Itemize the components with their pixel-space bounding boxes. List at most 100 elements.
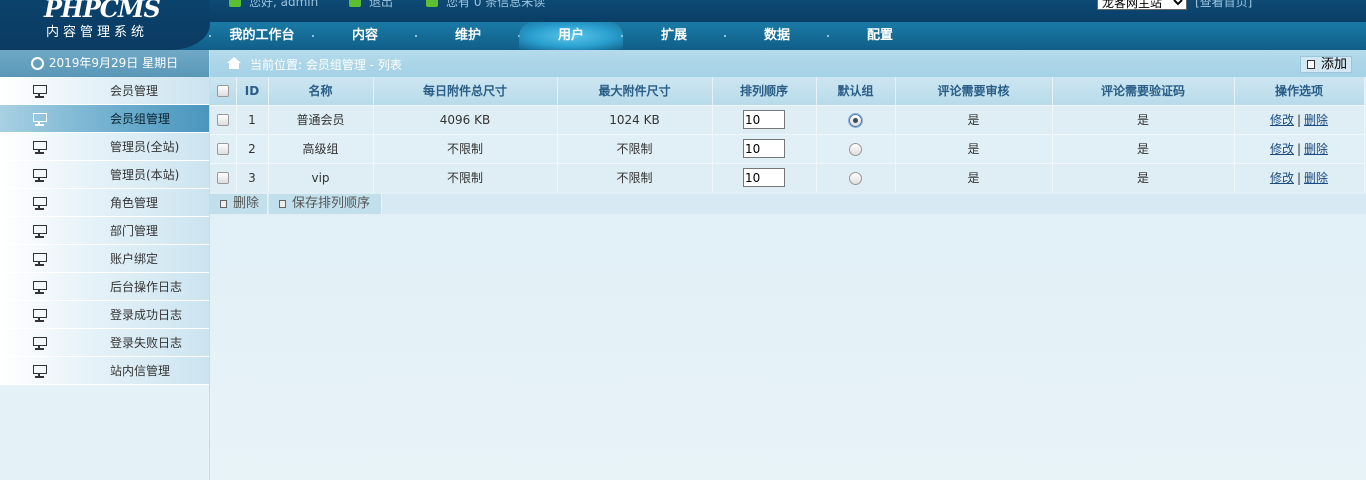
add-icon bbox=[1307, 60, 1315, 69]
default-group-radio[interactable] bbox=[849, 142, 862, 156]
sidebar-item-account-binding[interactable]: 账户绑定 bbox=[0, 245, 209, 273]
cell-order bbox=[712, 162, 817, 192]
cell-id: 2 bbox=[236, 133, 269, 163]
logout-text[interactable]: 退出 bbox=[369, 0, 393, 10]
delete-link[interactable]: 删除 bbox=[1304, 171, 1328, 185]
cell-default bbox=[816, 104, 896, 134]
sidebar-item-member-groups[interactable]: 会员组管理 bbox=[0, 105, 209, 133]
add-button[interactable]: 添加 bbox=[1300, 56, 1352, 73]
sidebar-item-label: 会员组管理 bbox=[110, 112, 171, 126]
sidebar-item-label: 登录失败日志 bbox=[110, 336, 183, 350]
column-header: 名称 bbox=[268, 77, 374, 105]
delete-link[interactable]: 删除 bbox=[1304, 113, 1328, 127]
cell-default bbox=[816, 133, 896, 163]
nav-data[interactable]: 数据 bbox=[725, 22, 829, 50]
monitor-icon bbox=[33, 141, 48, 154]
row-checkbox[interactable] bbox=[216, 114, 229, 126]
bulk-delete-button[interactable]: 删除 bbox=[210, 194, 268, 214]
table-row: 2 高级组 不限制 不限制 是 是 修改|删除 bbox=[210, 133, 1365, 163]
messages-text[interactable]: 您有 0 条信息未读 bbox=[446, 0, 545, 10]
monitor-icon bbox=[33, 337, 48, 350]
save-order-button[interactable]: 保存排列顺序 bbox=[269, 194, 382, 214]
cell-name: vip bbox=[268, 162, 374, 192]
nav-extensions[interactable]: 扩展 bbox=[622, 22, 726, 50]
messages-link[interactable]: 您有 0 条信息未读 bbox=[426, 0, 545, 10]
nav-users[interactable]: 用户 bbox=[519, 22, 623, 50]
add-button-label: 添加 bbox=[1321, 57, 1348, 72]
edit-link[interactable]: 修改 bbox=[1270, 171, 1294, 185]
default-group-radio[interactable] bbox=[849, 113, 862, 127]
sidebar-item-admins-all[interactable]: 管理员(全站) bbox=[0, 133, 209, 161]
sidebar-item-roles[interactable]: 角色管理 bbox=[0, 189, 209, 217]
monitor-icon bbox=[33, 197, 48, 210]
column-header: 评论需要验证码 bbox=[1052, 77, 1235, 105]
column-header: 评论需要审核 bbox=[895, 77, 1053, 105]
sidebar-item-admins-site[interactable]: 管理员(本站) bbox=[0, 161, 209, 189]
clock-icon bbox=[30, 57, 44, 70]
action-separator: | bbox=[1296, 113, 1302, 127]
delete-link[interactable]: 删除 bbox=[1304, 142, 1328, 156]
monitor-icon bbox=[33, 225, 48, 238]
cell-daily-size: 不限制 bbox=[373, 162, 558, 192]
sidebar-item-label: 管理员(本站) bbox=[110, 168, 180, 182]
sidebar-item-login-fail-log[interactable]: 登录失败日志 bbox=[0, 329, 209, 357]
select-all-checkbox[interactable] bbox=[216, 85, 229, 98]
row-select-cell bbox=[210, 104, 237, 134]
greeting: 您好, admin bbox=[229, 0, 318, 10]
monitor-icon bbox=[33, 85, 48, 98]
nav-maintenance[interactable]: 维护 bbox=[416, 22, 520, 50]
sidebar-item-login-success-log[interactable]: 登录成功日志 bbox=[0, 301, 209, 329]
cell-actions: 修改 | 删除 bbox=[1234, 104, 1365, 134]
column-header: 操作选项 bbox=[1234, 77, 1365, 105]
default-group-radio[interactable] bbox=[849, 171, 862, 185]
sidebar-item-label: 站内信管理 bbox=[110, 364, 171, 378]
cell-name: 高级组 bbox=[268, 133, 374, 163]
site-select[interactable]: 龙客网主站 bbox=[1097, 0, 1187, 10]
column-header: 默认组 bbox=[816, 77, 896, 105]
monitor-icon bbox=[33, 309, 48, 322]
column-header: 最大附件尺寸 bbox=[557, 77, 713, 105]
row-checkbox[interactable] bbox=[216, 143, 229, 155]
row-checkbox[interactable] bbox=[216, 172, 229, 185]
monitor-icon bbox=[33, 365, 48, 378]
table-row: 1 普通会员 4096 KB 1024 KB 是 是 修改|删除 bbox=[210, 104, 1365, 134]
cell-id: 3 bbox=[236, 162, 269, 192]
cell-max-size: 不限制 bbox=[557, 133, 713, 163]
logo-subtitle: 内容管理系统 bbox=[46, 25, 149, 40]
cell-max-size: 1024 KB bbox=[557, 104, 713, 134]
edit-link[interactable]: 修改 bbox=[1270, 142, 1294, 156]
order-input[interactable] bbox=[743, 139, 785, 158]
view-home-link[interactable]: [查看首页] bbox=[1195, 0, 1252, 10]
breadcrumb-bar: 当前位置: 会员组管理 - 列表 添加 bbox=[210, 50, 1366, 77]
delete-icon bbox=[220, 200, 227, 208]
cell-daily-size: 不限制 bbox=[373, 133, 558, 163]
save-order-label: 保存排列顺序 bbox=[292, 196, 371, 211]
order-input[interactable] bbox=[743, 168, 785, 188]
sidebar: 2019年9月29日 星期日 会员管理 会员组管理 管理员(全站) 管理员(本站… bbox=[0, 50, 210, 480]
edit-link[interactable]: 修改 bbox=[1270, 113, 1294, 127]
sidebar-item-departments[interactable]: 部门管理 bbox=[0, 217, 209, 245]
cell-comment-captcha: 是 bbox=[1052, 133, 1235, 163]
action-separator: | bbox=[1296, 142, 1302, 156]
action-separator: | bbox=[1296, 171, 1302, 186]
logout-link[interactable]: 退出 bbox=[349, 0, 393, 10]
logo: PHPCMS 内容管理系统 bbox=[0, 0, 210, 50]
breadcrumb: 当前位置: 会员组管理 - 列表 bbox=[250, 58, 402, 72]
nav-config[interactable]: 配置 bbox=[828, 22, 932, 50]
cell-comment-review: 是 bbox=[895, 104, 1053, 134]
cell-comment-review: 是 bbox=[895, 133, 1053, 163]
nav-workbench[interactable]: 我的工作台 bbox=[210, 22, 314, 50]
bulk-delete-label: 删除 bbox=[233, 196, 260, 211]
cell-name: 普通会员 bbox=[268, 104, 374, 134]
logo-mark: PHPCMS bbox=[44, 0, 161, 23]
sidebar-item-label: 登录成功日志 bbox=[110, 308, 183, 322]
logout-icon bbox=[349, 0, 361, 7]
sidebar-item-operation-log[interactable]: 后台操作日志 bbox=[0, 273, 209, 301]
greeting-text: 您好, admin bbox=[249, 0, 319, 9]
monitor-icon bbox=[33, 169, 48, 182]
sidebar-item-members[interactable]: 会员管理 bbox=[0, 77, 209, 105]
sidebar-item-messages[interactable]: 站内信管理 bbox=[0, 357, 209, 385]
order-input[interactable] bbox=[743, 110, 785, 129]
cell-daily-size: 4096 KB bbox=[373, 104, 558, 134]
nav-content[interactable]: 内容 bbox=[313, 22, 417, 50]
